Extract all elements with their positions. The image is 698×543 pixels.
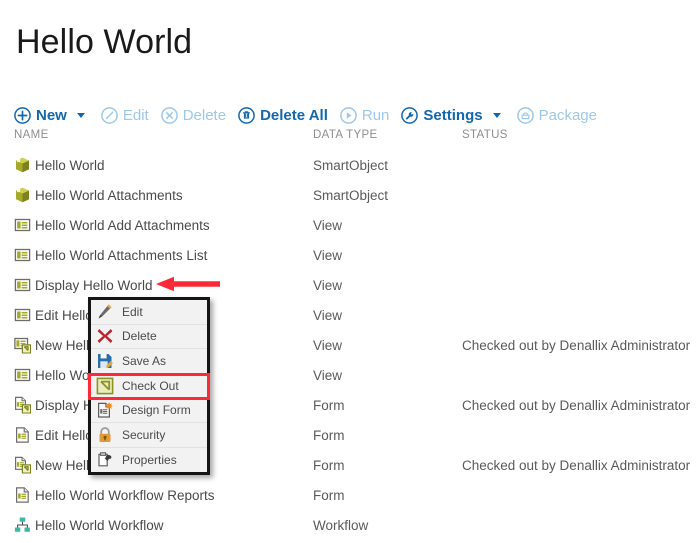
table-row[interactable]: Hello World SmartObject	[0, 150, 698, 180]
row-name[interactable]: Hello World Attachments	[35, 187, 183, 204]
k2-designer-artifacts-page: Hello World New Edit Delete	[0, 0, 698, 543]
edit-circle-icon	[101, 107, 118, 124]
smartobject-icon	[14, 157, 31, 174]
context-menu-item-delete[interactable]: Delete	[91, 325, 207, 350]
column-header-status[interactable]: STATUS	[462, 129, 508, 141]
row-name[interactable]: Hello World Workflow	[35, 517, 164, 534]
row-status: Checked out by Denallix Administrator	[462, 457, 690, 474]
properties-icon	[96, 451, 114, 469]
padlock-icon	[96, 426, 114, 444]
row-data-type: Form	[313, 427, 345, 444]
toolbar-run-label: Run	[362, 107, 390, 124]
view-icon	[14, 247, 31, 264]
row-data-type: Form	[313, 457, 345, 474]
row-data-type: View	[313, 307, 342, 324]
row-data-type: View	[313, 217, 342, 234]
table-row[interactable]: Hello World Workflow Workflow	[0, 510, 698, 540]
context-menu-item-design-form[interactable]: Design Form	[91, 398, 207, 423]
column-headers: NAME DATA TYPE STATUS	[0, 129, 698, 147]
column-header-data-type[interactable]: DATA TYPE	[313, 129, 378, 141]
context-menu-item-properties[interactable]: Properties	[91, 448, 207, 473]
toolbar-new-button[interactable]: New	[14, 102, 67, 128]
context-menu-item-label: Security	[122, 426, 165, 444]
toolbar-run-button[interactable]: Run	[340, 102, 390, 128]
context-menu: Edit Delete Save As Check Out Design Form Sec…	[88, 297, 210, 475]
context-menu-item-check-out[interactable]: Check Out	[91, 374, 207, 399]
view-checkedout-icon	[14, 337, 31, 354]
row-name[interactable]: Hello World Attachments List	[35, 247, 207, 264]
row-data-type: View	[313, 367, 342, 384]
table-row[interactable]: Hello World Add Attachments View	[0, 210, 698, 240]
toolbar-new-dropdown-caret[interactable]	[73, 102, 89, 128]
row-name[interactable]: Display Hello World	[35, 277, 153, 294]
row-data-type: Form	[313, 397, 345, 414]
view-icon	[14, 277, 31, 294]
toolbar-settings-label: Settings	[423, 107, 482, 124]
red-x-icon	[96, 327, 114, 345]
toolbar-delete-all-button[interactable]: Delete All	[238, 102, 328, 128]
context-menu-item-edit[interactable]: Edit	[91, 300, 207, 325]
context-menu-item-save-as[interactable]: Save As	[91, 349, 207, 374]
toolbar-edit-label: Edit	[123, 107, 149, 124]
row-data-type: SmartObject	[313, 187, 388, 204]
table-row[interactable]: Hello World Attachments List View	[0, 240, 698, 270]
toolbar-settings-dropdown-caret[interactable]	[489, 102, 505, 128]
row-name[interactable]: Hello World Workflow Reports	[35, 487, 215, 504]
row-data-type: View	[313, 277, 342, 294]
trash-circle-icon	[238, 107, 255, 124]
toolbar: New Edit Delete Delete All	[14, 102, 609, 128]
row-status: Checked out by Denallix Administrator	[462, 397, 690, 414]
pencil-icon	[96, 303, 114, 321]
package-circle-icon	[517, 107, 534, 124]
toolbar-settings-button[interactable]: Settings	[401, 102, 482, 128]
toolbar-new-label: New	[36, 107, 67, 124]
context-menu-item-label: Edit	[122, 303, 143, 321]
toolbar-delete-button[interactable]: Delete	[161, 102, 226, 128]
toolbar-package-button[interactable]: Package	[517, 102, 597, 128]
table-row[interactable]: Hello World Attachments SmartObject	[0, 180, 698, 210]
toolbar-edit-button[interactable]: Edit	[101, 102, 149, 128]
toolbar-delete-label: Delete	[183, 107, 226, 124]
row-data-type: View	[313, 247, 342, 264]
context-menu-item-label: Properties	[122, 451, 177, 469]
row-data-type: Workflow	[313, 517, 368, 534]
form-icon	[14, 487, 31, 504]
context-menu-item-label: Design Form	[122, 401, 191, 419]
table-row[interactable]: Hello World Workflow Reports Form	[0, 480, 698, 510]
context-menu-item-label: Delete	[122, 327, 157, 345]
form-checkedout-icon	[14, 397, 31, 414]
smartobject-icon	[14, 187, 31, 204]
form-icon	[14, 427, 31, 444]
view-icon	[14, 307, 31, 324]
page-title: Hello World	[16, 20, 192, 64]
row-status: Checked out by Denallix Administrator	[462, 337, 690, 354]
context-menu-item-label: Check Out	[122, 377, 179, 395]
row-data-type: SmartObject	[313, 157, 388, 174]
wrench-circle-icon	[401, 107, 418, 124]
form-checkedout-icon	[14, 457, 31, 474]
row-data-type: Form	[313, 487, 345, 504]
close-circle-icon	[161, 107, 178, 124]
toolbar-package-label: Package	[539, 107, 597, 124]
check-out-icon	[96, 377, 114, 395]
column-header-name[interactable]: NAME	[14, 129, 49, 141]
view-icon	[14, 217, 31, 234]
row-name[interactable]: Hello World	[35, 157, 105, 174]
toolbar-delete-all-label: Delete All	[260, 107, 328, 124]
save-as-icon	[96, 352, 114, 370]
workflow-icon	[14, 517, 31, 534]
row-name[interactable]: Hello World Add Attachments	[35, 217, 210, 234]
design-form-icon	[96, 401, 114, 419]
view-icon	[14, 367, 31, 384]
row-data-type: View	[313, 337, 342, 354]
table-row[interactable]: Display Hello World View	[0, 270, 698, 300]
context-menu-item-label: Save As	[122, 352, 166, 370]
plus-circle-icon	[14, 107, 31, 124]
context-menu-item-security[interactable]: Security	[91, 423, 207, 448]
play-circle-icon	[340, 107, 357, 124]
